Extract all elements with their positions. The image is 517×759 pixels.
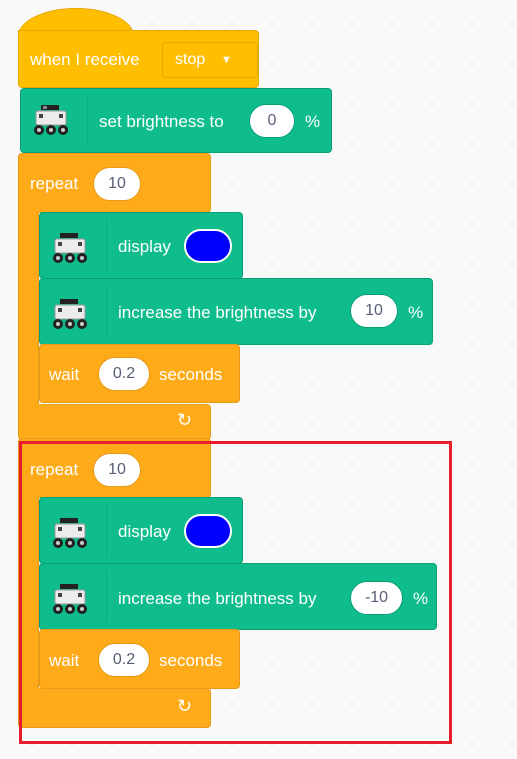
repeat-count-input[interactable]: 10 — [93, 167, 141, 201]
seconds-label: seconds — [159, 365, 223, 384]
increase-value-input[interactable]: 10 — [350, 294, 398, 328]
wait-block-1[interactable]: wait 0.2 seconds — [39, 344, 240, 403]
loop-arrow-icon: ↻ — [177, 410, 193, 430]
color-picker[interactable] — [184, 229, 232, 263]
set-brightness-block[interactable]: set brightness to 0 % — [20, 88, 332, 153]
block-label: increase the brightness by — [118, 303, 317, 322]
wait-seconds-input[interactable]: 0.2 — [98, 357, 150, 391]
when-i-receive-block[interactable]: when I receive stop ▼ — [18, 30, 259, 88]
brightness-value-input[interactable]: 0 — [249, 104, 295, 138]
repeat-block-1-footer: ↻ — [18, 404, 211, 440]
robot-car-icon — [53, 299, 87, 329]
robot-car-icon — [53, 233, 87, 263]
increase-brightness-block-1[interactable]: increase the brightness by 10 % — [39, 278, 433, 345]
caret-down-icon: ▼ — [221, 54, 232, 66]
block-label: when I receive — [30, 50, 140, 69]
display-block-1[interactable]: display — [39, 212, 243, 279]
message-dropdown[interactable]: stop ▼ — [162, 42, 258, 78]
robot-car-icon — [34, 105, 68, 135]
percent-label: % — [408, 303, 424, 322]
percent-label: % — [305, 112, 321, 131]
repeat-block-1[interactable]: repeat 10 — [18, 153, 211, 213]
highlight-box — [19, 441, 452, 744]
dropdown-value: stop — [175, 51, 206, 68]
block-label: set brightness to — [99, 112, 224, 131]
block-label: repeat — [30, 174, 79, 193]
block-label: wait — [49, 365, 80, 384]
block-label: display — [118, 237, 171, 256]
repeat-block-1-arm — [18, 212, 39, 410]
